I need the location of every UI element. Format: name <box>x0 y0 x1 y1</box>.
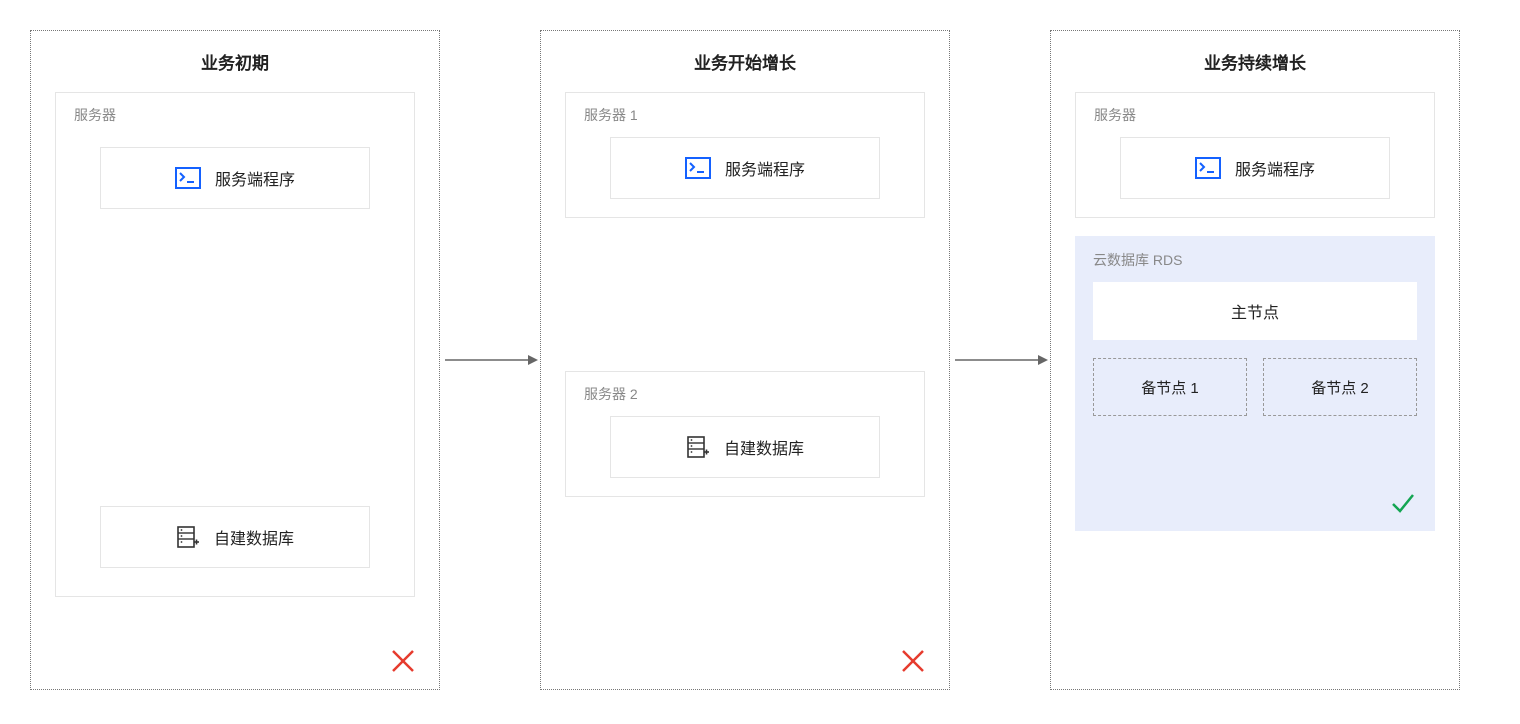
group-label: 服务器 1 <box>584 105 906 125</box>
app-node: 服务端程序 <box>610 137 880 199</box>
rds-group: 云数据库 RDS 主节点 备节点 1 备节点 2 <box>1075 236 1435 531</box>
app-node: 服务端程序 <box>100 147 370 209</box>
ok-icon <box>1389 489 1417 517</box>
app-node-label: 服务端程序 <box>1235 156 1315 180</box>
group-label: 服务器 2 <box>584 384 906 404</box>
app-node-label: 服务端程序 <box>725 156 805 180</box>
panel-initial: 业务初期 服务器 服务端程序 <box>30 30 440 690</box>
db-node: 自建数据库 <box>100 506 370 568</box>
rds-label: 云数据库 RDS <box>1093 250 1417 270</box>
database-icon <box>176 525 200 549</box>
diagram-canvas: 业务初期 服务器 服务端程序 <box>30 30 1490 690</box>
replica-label: 备节点 1 <box>1141 377 1199 398</box>
db-node-label: 自建数据库 <box>214 525 294 549</box>
app-node: 服务端程序 <box>1120 137 1390 199</box>
main-node-label: 主节点 <box>1231 299 1279 323</box>
server-group: 服务器 服务端程序 <box>55 92 415 597</box>
group-label: 服务器 <box>74 105 396 125</box>
replica-node-2: 备节点 2 <box>1263 358 1417 416</box>
panel-growth-start: 业务开始增长 服务器 1 服务端程序 服务器 2 <box>540 30 950 690</box>
db-node: 自建数据库 <box>610 416 880 478</box>
arrow-2 <box>950 30 1050 690</box>
arrow-1 <box>440 30 540 690</box>
server-group: 服务器 服务端程序 <box>1075 92 1435 218</box>
panel-title: 业务持续增长 <box>1075 49 1435 74</box>
fail-icon <box>389 647 417 675</box>
terminal-icon <box>175 167 201 189</box>
panel-title: 业务初期 <box>55 49 415 74</box>
terminal-icon <box>685 157 711 179</box>
replica-row: 备节点 1 备节点 2 <box>1093 358 1417 416</box>
main-node: 主节点 <box>1093 282 1417 340</box>
server-group-1: 服务器 1 服务端程序 <box>565 92 925 218</box>
db-node-label: 自建数据库 <box>724 435 804 459</box>
panel-sustained-growth: 业务持续增长 服务器 服务端程序 云数据库 RDS 主节点 <box>1050 30 1460 690</box>
terminal-icon <box>1195 157 1221 179</box>
replica-label: 备节点 2 <box>1311 377 1369 398</box>
fail-icon <box>899 647 927 675</box>
server-group-2: 服务器 2 自建数据库 <box>565 371 925 497</box>
app-node-label: 服务端程序 <box>215 166 295 190</box>
group-label: 服务器 <box>1094 105 1416 125</box>
database-icon <box>686 435 710 459</box>
panel-title: 业务开始增长 <box>565 49 925 74</box>
replica-node-1: 备节点 1 <box>1093 358 1247 416</box>
